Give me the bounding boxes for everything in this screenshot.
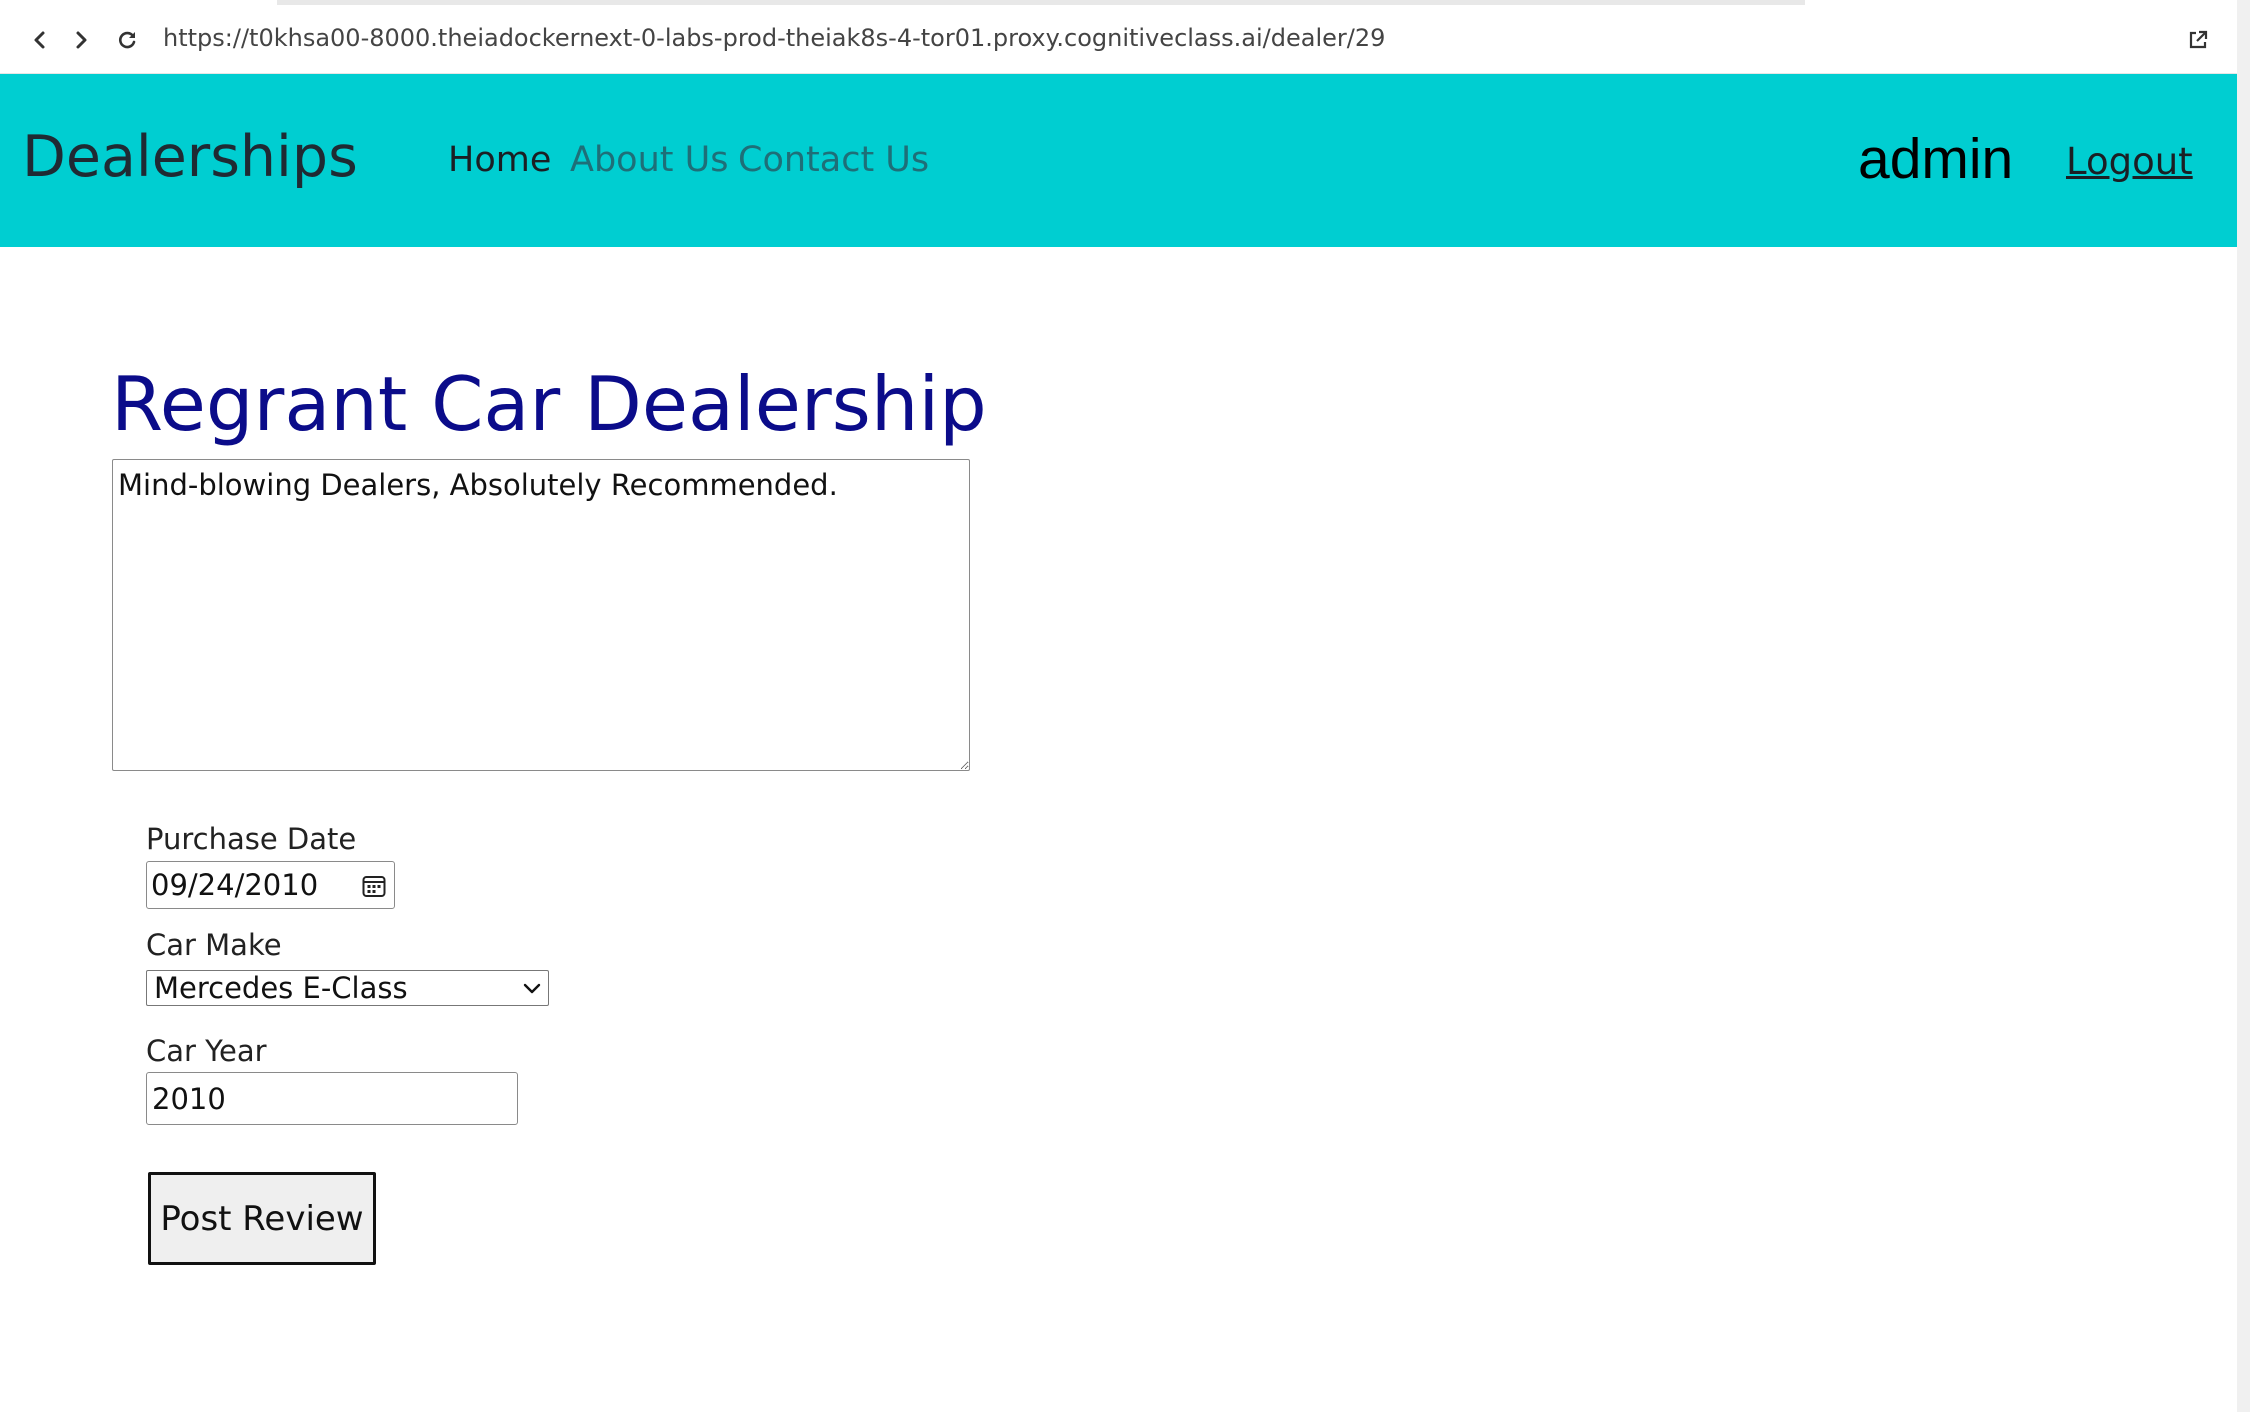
car-year-label: Car Year bbox=[146, 1034, 267, 1068]
forward-button[interactable] bbox=[63, 22, 99, 58]
car-make-label: Car Make bbox=[146, 928, 282, 962]
nav-about-link[interactable]: About Us bbox=[570, 140, 728, 180]
open-external-button[interactable] bbox=[2180, 22, 2216, 58]
car-year-input[interactable]: 2010 bbox=[146, 1072, 518, 1125]
post-review-button[interactable]: Post Review bbox=[148, 1172, 376, 1265]
reload-icon bbox=[119, 31, 136, 49]
logout-link[interactable]: Logout bbox=[2066, 140, 2193, 183]
nav-home-link[interactable]: Home bbox=[448, 140, 551, 180]
external-link-icon bbox=[2189, 30, 2208, 49]
car-make-select[interactable]: Mercedes E-Class bbox=[146, 970, 549, 1006]
reload-button[interactable] bbox=[109, 22, 145, 58]
dealer-title: Regrant Car Dealership bbox=[111, 360, 987, 448]
purchase-date-value: 09/24/2010 bbox=[151, 868, 319, 902]
username-label: admin bbox=[1858, 127, 2014, 191]
nav-contact-link[interactable]: Contact Us bbox=[738, 140, 929, 180]
loading-indicator bbox=[277, 0, 1805, 5]
car-year-value: 2010 bbox=[152, 1081, 226, 1116]
review-textarea[interactable] bbox=[112, 459, 970, 771]
chevron-down-icon bbox=[523, 983, 541, 994]
back-button[interactable] bbox=[22, 22, 58, 58]
chevron-left-icon bbox=[34, 31, 45, 49]
car-make-value: Mercedes E-Class bbox=[154, 971, 408, 1005]
site-navbar: Dealerships Home About Us Contact Us adm… bbox=[0, 74, 2237, 247]
browser-toolbar: https://t0khsa00-8000.theiadockernext-0-… bbox=[0, 0, 2237, 74]
purchase-date-input[interactable]: 09/24/2010 bbox=[146, 861, 395, 909]
purchase-date-label: Purchase Date bbox=[146, 822, 357, 856]
chevron-right-icon bbox=[76, 31, 87, 49]
brand-title[interactable]: Dealerships bbox=[22, 124, 358, 190]
calendar-icon[interactable] bbox=[361, 873, 387, 899]
address-bar-url[interactable]: https://t0khsa00-8000.theiadockernext-0-… bbox=[163, 24, 1385, 52]
page-scrollbar[interactable] bbox=[2237, 0, 2250, 1412]
